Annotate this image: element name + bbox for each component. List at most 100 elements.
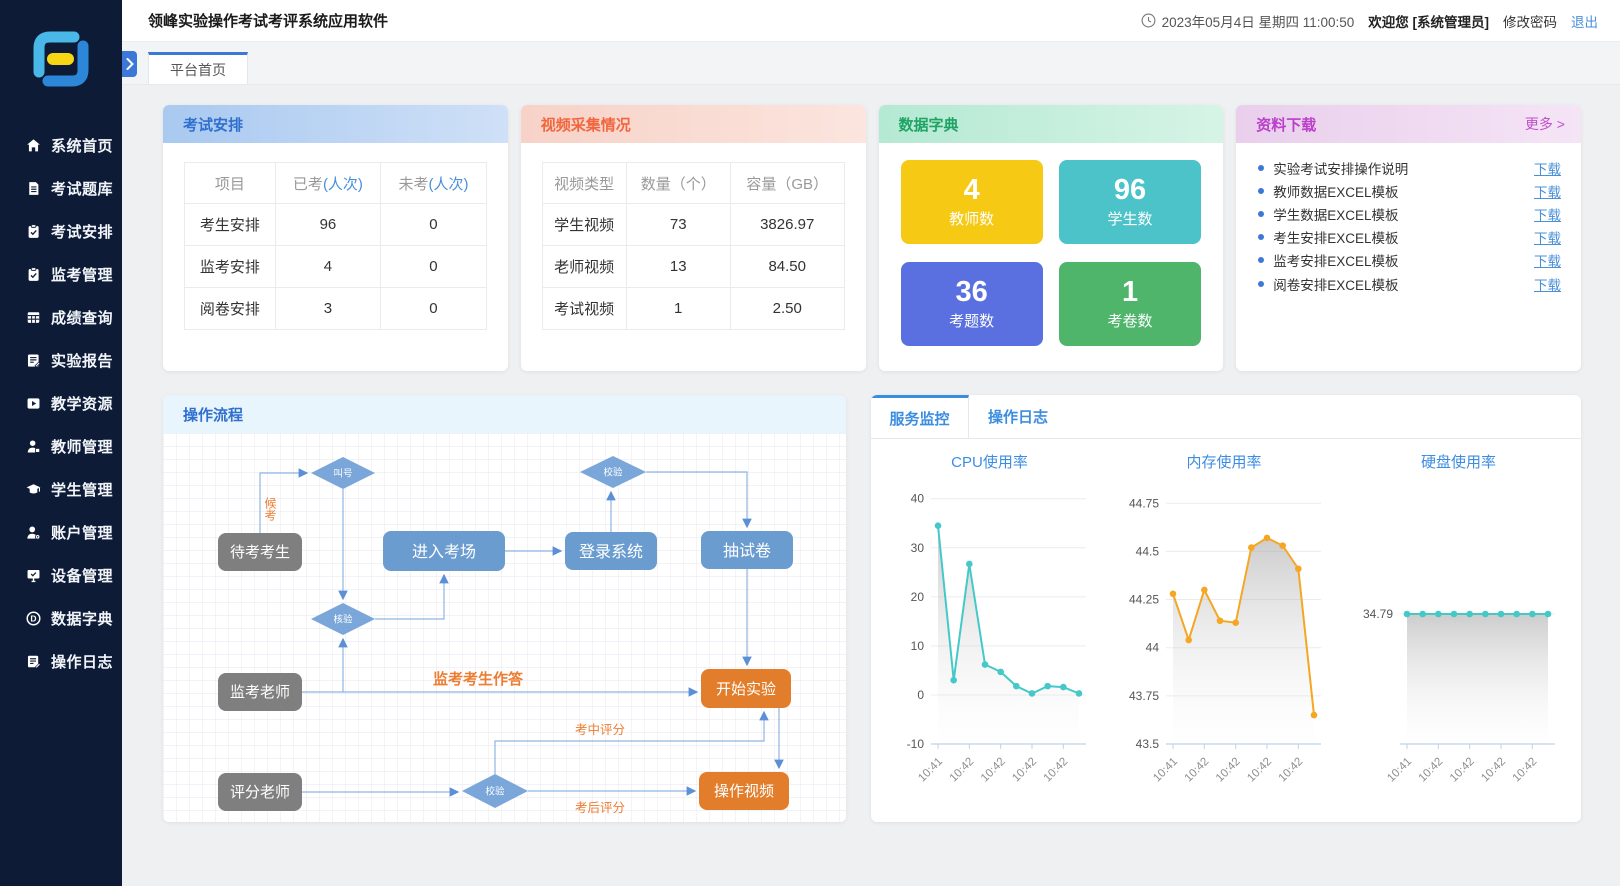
done-count-link[interactable]: 4	[275, 246, 381, 288]
list-item: 监考安排EXCEL模板 下载	[1258, 249, 1561, 272]
chart-cpu-usage: CPU使用率 403020100-1010:4110:4210:4210:421…	[883, 439, 1096, 822]
tab-label: 服务监控	[889, 408, 949, 429]
more-link[interactable]: 更多 >	[1525, 114, 1565, 134]
tab-platform-home[interactable]: 平台首页	[148, 52, 248, 84]
card-downloads: 资料下载 更多 > 实验考试安排操作说明 下载 教师数据EXCEL模板 下载	[1236, 105, 1581, 371]
todo-count-link[interactable]: 0	[381, 288, 487, 330]
sidebar-item-system-home[interactable]: 系统首页	[0, 124, 122, 167]
sidebar-item-lab-report[interactable]: 实验报告	[0, 339, 122, 382]
sidebar-item-label: 监考管理	[51, 264, 113, 285]
column-header: 视频类型	[542, 163, 626, 204]
welcome-text: 欢迎您 [系统管理员]	[1368, 11, 1489, 31]
download-link[interactable]: 下载	[1534, 158, 1561, 178]
logout-link[interactable]: 退出	[1571, 11, 1598, 31]
sidebar-item-student-mgmt[interactable]: 学生管理	[0, 468, 122, 511]
column-header: 数量（个）	[626, 163, 730, 204]
svg-text:44.5: 44.5	[1135, 544, 1159, 558]
todo-count-link[interactable]: 0	[381, 246, 487, 288]
chart-title: CPU使用率	[883, 451, 1096, 472]
stat-tile-students: 96 学生数	[1059, 160, 1201, 244]
download-link[interactable]: 下载	[1534, 250, 1561, 270]
card-video-capture: 视频采集情况 视频类型 数量（个） 容量（GB） 学生视频	[521, 105, 866, 371]
tile-label: 教师数	[949, 208, 994, 229]
svg-text:待考考生: 待考考生	[230, 544, 290, 561]
sidebar-item-teaching-resources[interactable]: 教学资源	[0, 382, 122, 425]
sidebar-item-exam-schedule[interactable]: 考试安排	[0, 210, 122, 253]
download-item-label: 教师数据EXCEL模板	[1273, 181, 1534, 201]
svg-text:10:41: 10:41	[1385, 756, 1414, 785]
svg-text:进入考场: 进入考场	[412, 543, 476, 561]
column-header: 未考(人次)	[381, 163, 487, 204]
sidebar-item-teacher-mgmt[interactable]: 教师管理	[0, 425, 122, 468]
done-count-link[interactable]: 3	[275, 288, 381, 330]
sidebar-item-operation-log[interactable]: 操作日志	[0, 640, 122, 683]
svg-text:34.79: 34.79	[1363, 607, 1393, 621]
sidebar-item-device-mgmt[interactable]: 设备管理	[0, 554, 122, 597]
svg-text:10:42: 10:42	[1417, 756, 1446, 785]
app-logo	[0, 0, 122, 118]
flow-node-draw: 抽试卷	[701, 531, 793, 569]
stat-tile-questions: 36 考题数	[901, 262, 1043, 346]
flow-node-check-bottom: 校验	[462, 774, 528, 808]
card-title: 视频采集情况	[541, 114, 631, 135]
sidebar: 系统首页 考试题库 考试安排 监考管理 成绩查询 实验报告	[0, 0, 122, 886]
tab-operation-log[interactable]: 操作日志	[969, 395, 1067, 438]
svg-text:操作视频: 操作视频	[714, 783, 774, 800]
list-item: 学生数据EXCEL模板 下载	[1258, 202, 1561, 225]
column-header: 容量（GB）	[730, 163, 844, 204]
tile-value: 96	[1114, 175, 1146, 205]
tab-service-monitor[interactable]: 服务监控	[871, 395, 969, 438]
chevron-right-icon	[126, 58, 134, 70]
download-item-label: 阅卷安排EXCEL模板	[1273, 274, 1534, 294]
tab-bar: 平台首页	[122, 42, 1620, 85]
svg-text:10: 10	[911, 639, 925, 653]
sidebar-item-label: 实验报告	[51, 350, 113, 371]
main-content: 考试安排 项目 已考(人次) 未考(人次) 考生安排	[122, 85, 1620, 886]
table-row: 阅卷安排 3 0	[185, 288, 487, 330]
bullet-icon	[1258, 211, 1264, 217]
graduation-cap-icon	[25, 481, 42, 498]
download-link[interactable]: 下载	[1534, 181, 1561, 201]
top-header: 领峰实验操作考试考评系统应用软件 2023年05月4日 星期四 11:00:50…	[122, 0, 1620, 42]
flow-node-start: 开始实验	[701, 669, 791, 708]
sidebar-item-question-bank[interactable]: 考试题库	[0, 167, 122, 210]
svg-text:44: 44	[1145, 641, 1159, 655]
sidebar-item-label: 操作日志	[51, 651, 113, 672]
download-link[interactable]: 下载	[1534, 227, 1561, 247]
svg-text:0: 0	[917, 688, 924, 702]
datetime-text: 2023年05月4日 星期四 11:00:50	[1162, 11, 1355, 31]
tile-value: 1	[1122, 277, 1138, 307]
row-label: 考生安排	[185, 204, 276, 246]
sidebar-item-account-mgmt[interactable]: 账户管理	[0, 511, 122, 554]
svg-text:核验: 核验	[333, 614, 353, 626]
flow-node-video: 操作视频	[699, 772, 789, 810]
done-count-link[interactable]: 96	[275, 204, 381, 246]
app-root: 系统首页 考试题库 考试安排 监考管理 成绩查询 实验报告	[0, 0, 1620, 886]
sidebar-item-label: 考试安排	[51, 221, 113, 242]
change-password-link[interactable]: 修改密码	[1503, 11, 1557, 31]
column-header: 项目	[185, 163, 276, 204]
svg-text:监考老师: 监考老师	[230, 684, 290, 701]
sidebar-collapse-button[interactable]	[122, 51, 137, 77]
sidebar-item-invigilation[interactable]: 监考管理	[0, 253, 122, 296]
svg-text:10:42: 10:42	[979, 756, 1008, 785]
svg-text:D: D	[30, 613, 36, 623]
download-link[interactable]: 下载	[1534, 274, 1561, 294]
svg-text:43.75: 43.75	[1128, 689, 1158, 703]
flow-node-waiting: 待考考生	[218, 533, 302, 571]
row-label: 阅卷安排	[185, 288, 276, 330]
sidebar-item-label: 教学资源	[51, 393, 113, 414]
flow-node-call: 叫号	[311, 457, 375, 489]
video-icon	[25, 395, 42, 412]
sidebar-item-label: 考试题库	[51, 178, 113, 199]
download-link[interactable]: 下载	[1534, 204, 1561, 224]
todo-count-link[interactable]: 0	[381, 204, 487, 246]
home-icon	[25, 137, 42, 154]
count-cell: 13	[626, 246, 730, 288]
sidebar-item-score-query[interactable]: 成绩查询	[0, 296, 122, 339]
svg-text:10:41: 10:41	[916, 756, 945, 785]
clipboard-check-icon	[25, 266, 42, 283]
flow-node-invigilator: 监考老师	[218, 673, 302, 711]
sidebar-item-data-dictionary[interactable]: D 数据字典	[0, 597, 122, 640]
tile-label: 学生数	[1108, 208, 1153, 229]
